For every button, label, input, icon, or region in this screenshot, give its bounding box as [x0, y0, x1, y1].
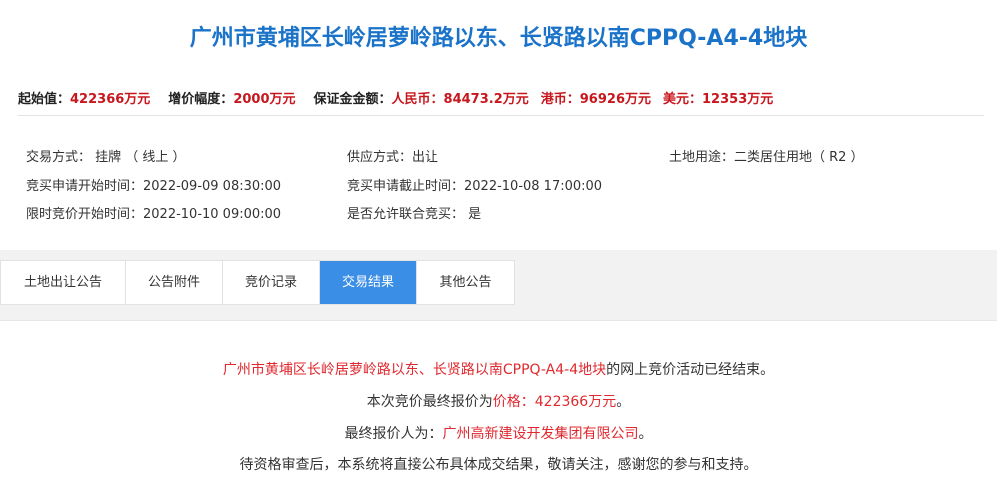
result-line-price: 本次竞价最终报价为价格：422366万元。	[0, 391, 997, 413]
tab-bar: 土地出让公告 公告附件 竞价记录 交易结果 其他公告	[0, 260, 515, 305]
trade-result-panel: 广州市黄埔区长岭居萝岭路以东、长贤路以南CPPQ-A4-4地块的网上竞价活动已经…	[0, 320, 997, 487]
usd-label: 美元：	[663, 92, 703, 107]
final-bidder-prefix: 最终报价人为：	[344, 426, 443, 442]
final-bidder-name: 广州高新建设开发集团有限公司	[442, 426, 639, 442]
increment-label: 增价幅度：	[168, 92, 234, 107]
usd-value: 12353万元	[702, 92, 774, 107]
final-price-suffix: 。	[616, 394, 631, 410]
result-line-ended: 广州市黄埔区长岭居萝岭路以东、长贤路以南CPPQ-A4-4地块的网上竞价活动已经…	[0, 359, 997, 381]
result-line-notice: 待资格审查后，本系统将直接公布具体成交结果，敬请关注，感谢您的参与和支持。	[239, 457, 758, 473]
result-line-bidder: 最终报价人为：广州高新建设开发集团有限公司。	[0, 423, 997, 445]
apply-start-time: 竞买申请开始时间：2022-09-09 08:30:00	[26, 179, 282, 194]
section-divider	[18, 115, 984, 116]
rmb-value: 84473.2万元	[443, 92, 529, 107]
trade-method: 交易方式： 挂牌 （ 线上 ）	[26, 150, 186, 165]
tab-other-announcements[interactable]: 其他公告	[417, 261, 514, 304]
tab-bid-records[interactable]: 竞价记录	[223, 261, 320, 304]
increment-value: 2000万元	[233, 92, 296, 107]
start-price-label: 起始值：	[18, 92, 71, 107]
joint-bid-allowed: 是否允许联合竞买： 是	[347, 207, 482, 222]
final-price-value: 价格：422366万元	[492, 394, 617, 410]
tab-attachments[interactable]: 公告附件	[126, 261, 223, 304]
supply-method: 供应方式：出让	[347, 150, 439, 165]
price-summary-row: 起始值：422366万元 增价幅度：2000万元 保证金金额：人民币：84473.2…	[18, 89, 988, 111]
rmb-label: 人民币：	[391, 92, 444, 107]
apply-end-time: 竞买申请截止时间：2022-10-08 17:00:00	[347, 179, 603, 194]
hkd-value: 96926万元	[579, 92, 651, 107]
final-price-prefix: 本次竞价最终报价为	[366, 394, 493, 410]
deposit-label: 保证金金额：	[313, 92, 392, 107]
tab-land-announcement[interactable]: 土地出让公告	[1, 261, 126, 304]
hkd-label: 港币：	[540, 92, 580, 107]
start-price-value: 422366万元	[70, 92, 151, 107]
land-use: 土地用途：二类居住用地（ R2 ）	[669, 150, 864, 165]
page-title: 广州市黄埔区长岭居萝岭路以东、长贤路以南CPPQ-A4-4地块	[189, 26, 808, 51]
result-land-name: 广州市黄埔区长岭居萝岭路以东、长贤路以南CPPQ-A4-4地块	[222, 362, 607, 378]
result-ended-text: 的网上竞价活动已经结束。	[606, 362, 775, 378]
bid-start-time: 限时竞价开始时间：2022-10-10 09:00:00	[26, 207, 282, 222]
tab-trade-result[interactable]: 交易结果	[320, 261, 417, 304]
final-bidder-suffix: 。	[638, 426, 653, 442]
land-info-panel: 广州市黄埔区长岭居萝岭路以东、长贤路以南CPPQ-A4-4地块 起始值：4223…	[0, 0, 997, 250]
